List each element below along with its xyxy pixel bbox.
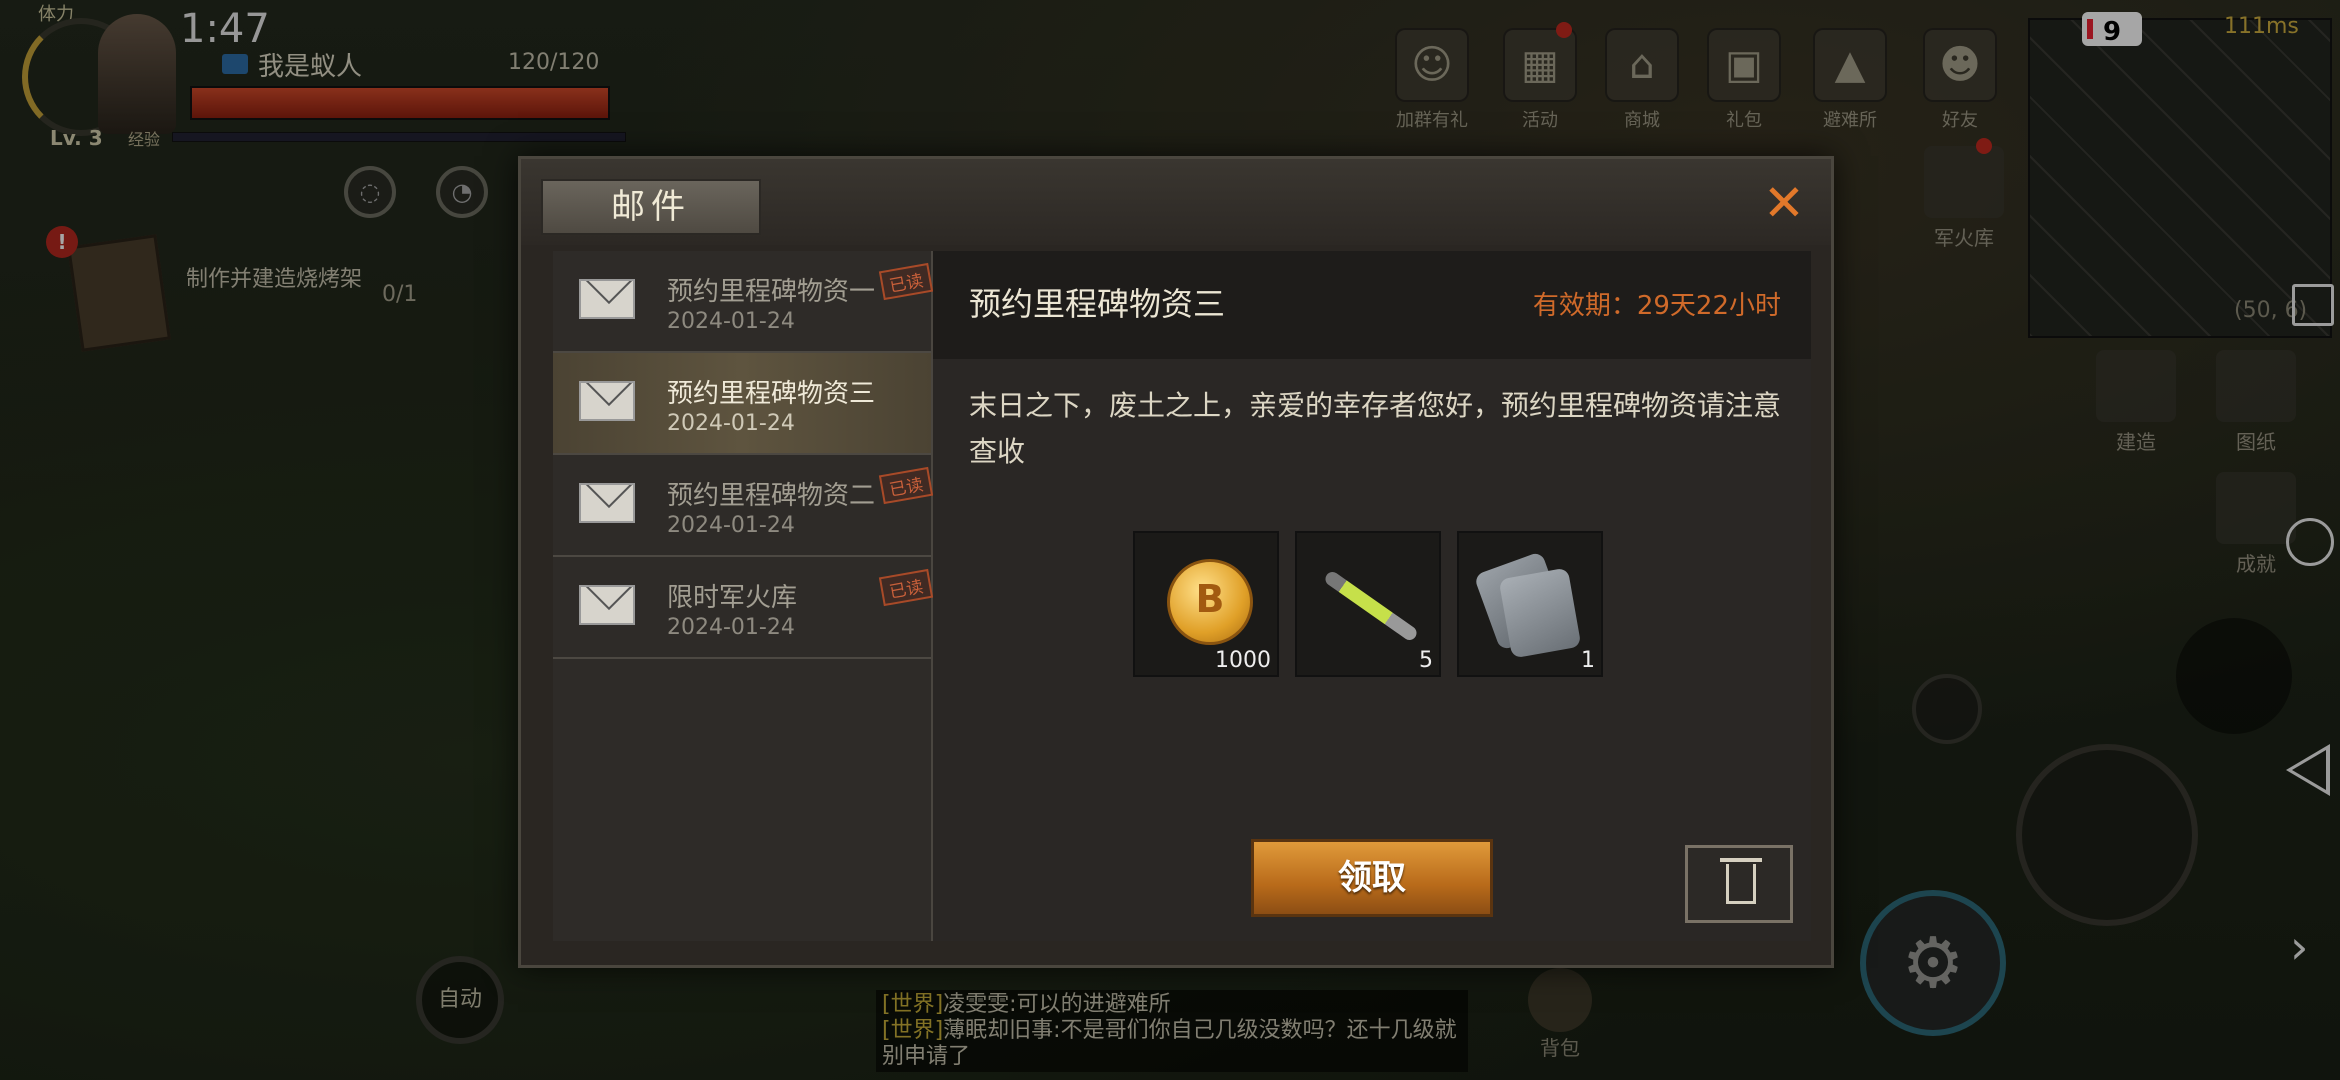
reward-slot[interactable]: B 1000 [1133,531,1279,677]
read-stamp: 已读 [878,466,934,505]
dog-tag-icon [1498,567,1582,659]
syringe-icon [1322,569,1420,643]
mail-item-title: 限时军火库 [667,583,798,613]
reward-quantity: 5 [1419,648,1433,673]
mail-list: 预约里程碑物资一 2024-01-24 已读 预约里程碑物资三 2024-01-… [553,251,934,941]
mail-item-date: 2024-01-24 [667,513,795,538]
mail-item-date: 2024-01-24 [667,309,795,334]
claim-button[interactable]: 领取 [1251,839,1493,917]
close-icon[interactable]: ✕ [1761,178,1807,228]
mail-content: 预约里程碑物资三 有效期：29天22小时 末日之下，废土之上，亲爱的幸存者您好，… [933,251,1811,941]
mail-list-item-selected[interactable]: 预约里程碑物资三 2024-01-24 [553,353,931,455]
mail-content-header: 预约里程碑物资三 有效期：29天22小时 [933,251,1811,359]
envelope-icon [579,585,635,625]
envelope-icon [579,483,635,523]
delete-button[interactable] [1685,845,1793,923]
trash-lid [1720,858,1762,862]
reward-quantity: 1 [1581,648,1595,673]
mail-item-date: 2024-01-24 [667,411,795,436]
trash-icon [1726,864,1756,904]
envelope-icon [579,279,635,319]
mail-item-title: 预约里程碑物资一 [667,277,876,307]
mail-item-date: 2024-01-24 [667,615,795,640]
mail-dialog: 邮件 ✕ 预约里程碑物资一 2024-01-24 已读 预约里程碑物资三 202… [518,156,1834,968]
mail-validity: 有效期：29天22小时 [1532,291,1781,321]
reward-slot[interactable]: 1 [1457,531,1603,677]
reward-quantity: 1000 [1215,648,1271,673]
mail-list-item[interactable]: 预约里程碑物资一 2024-01-24 已读 [553,251,934,353]
mail-list-item[interactable]: 限时军火库 2024-01-24 已读 [553,557,934,659]
mail-item-title: 预约里程碑物资二 [667,481,876,511]
gold-coin-icon: B [1167,559,1253,645]
mail-item-title: 预约里程碑物资三 [667,379,876,409]
read-stamp: 已读 [878,568,934,607]
read-stamp: 已读 [878,262,934,301]
mail-body-text: 末日之下，废土之上，亲爱的幸存者您好，预约里程碑物资请注意查收 [969,389,1782,468]
mail-list-item[interactable]: 预约里程碑物资二 2024-01-24 已读 [553,455,934,557]
reward-slot[interactable]: 5 [1295,531,1441,677]
mail-title-tab: 邮件 [541,179,761,235]
mail-title: 邮件 [611,187,691,227]
envelope-icon [579,381,635,421]
mail-content-title: 预约里程碑物资三 [969,285,1226,323]
